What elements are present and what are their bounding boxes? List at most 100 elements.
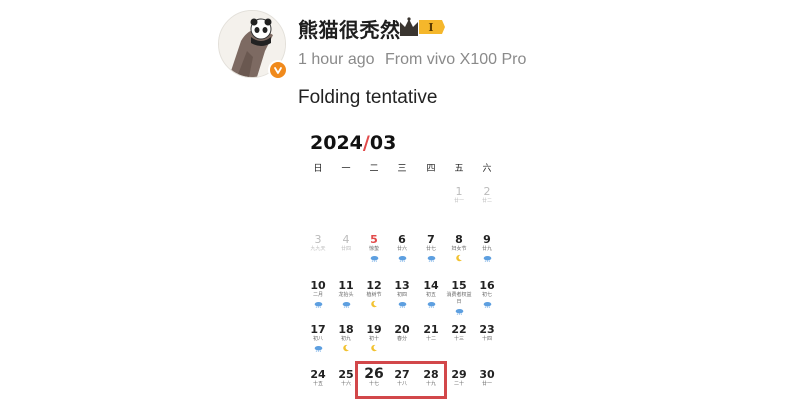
post-meta: 1 hour ago From vivo X100 Pro	[298, 51, 532, 69]
day-number: 12	[366, 279, 382, 292]
calendar-title: 2024/03	[310, 132, 396, 154]
day-number: 6	[398, 233, 406, 246]
day-lunar-label: 廿一	[481, 381, 492, 387]
calendar-day[interactable]: 6 廿六	[388, 233, 416, 262]
day-number: 7	[427, 233, 435, 246]
day-lunar-label: 廿一	[453, 198, 464, 204]
day-lunar-label: 十五	[312, 381, 323, 387]
calendar-day[interactable]: 13 初四	[388, 279, 416, 308]
calendar-day[interactable]: 5 惊蛰	[360, 233, 388, 262]
day-lunar-label: 初五	[425, 292, 436, 298]
day-lunar-label: 初十	[368, 336, 379, 342]
calendar-day[interactable]: 12 植树节	[360, 279, 388, 308]
post-time: 1 hour ago	[298, 51, 375, 68]
calendar-day[interactable]: 23 十四	[473, 323, 501, 343]
day-lunar-label: 廿七	[425, 246, 436, 252]
day-number: 1	[455, 185, 463, 198]
day-lunar-label: 十四	[481, 336, 492, 342]
day-number: 4	[342, 233, 350, 246]
moon-weather-icon	[445, 254, 473, 262]
day-number: 8	[455, 233, 463, 246]
calendar-day[interactable]: 19 初十	[360, 323, 388, 352]
calendar-day[interactable]: 1 廿一	[445, 185, 473, 205]
day-lunar-label: 初九	[340, 336, 351, 342]
calendar-day[interactable]: 2 廿二	[473, 185, 501, 205]
calendar-day[interactable]: 17 初八	[304, 323, 332, 352]
verified-badge-icon	[268, 60, 288, 80]
day-number: 5	[370, 233, 378, 246]
username[interactable]: 熊猫很秃然	[298, 14, 401, 43]
rain-cloud-icon	[304, 300, 332, 308]
level-badge-label: I	[428, 21, 433, 34]
day-lunar-label: 植树节	[366, 292, 382, 298]
calendar-day[interactable]: 8 妇女节	[445, 233, 473, 262]
day-lunar-label: 二月	[312, 292, 323, 298]
rain-cloud-icon	[417, 254, 445, 262]
calendar-day[interactable]: 7 廿七	[417, 233, 445, 262]
calendar-day[interactable]: 22 十三	[445, 323, 473, 343]
day-lunar-label: 廿六	[396, 246, 407, 252]
calendar-day[interactable]: 20 春分	[388, 323, 416, 343]
day-lunar-label: 十三	[453, 336, 464, 342]
rain-cloud-icon	[445, 307, 473, 315]
day-lunar-label: 龙抬头	[338, 292, 354, 298]
calendar-title-separator: /	[362, 132, 370, 154]
weekday-label: 四	[426, 164, 436, 174]
calendar-day[interactable]: 18 初九	[332, 323, 360, 352]
calendar-day[interactable]: 15 消费者权益日	[445, 279, 473, 315]
calendar-day[interactable]: 9 廿九	[473, 233, 501, 262]
moon-weather-icon	[360, 300, 388, 308]
post-text: Folding tentative	[298, 87, 438, 108]
day-lunar-label: 九九天	[310, 246, 326, 252]
level-badge[interactable]: I	[398, 16, 446, 43]
day-number: 15	[451, 279, 467, 292]
calendar-day[interactable]: 11 龙抬头	[332, 279, 360, 308]
day-number: 17	[310, 323, 326, 336]
weekday-header: 日一二三四五六	[300, 161, 510, 175]
day-lunar-label: 惊蛰	[368, 246, 379, 252]
weekday-label: 三	[397, 164, 407, 174]
calendar-day[interactable]: 16 初七	[473, 279, 501, 308]
calendar-month: 03	[369, 132, 397, 154]
rain-cloud-icon	[388, 300, 416, 308]
day-number: 19	[366, 323, 382, 336]
day-lunar-label: 妇女节	[451, 246, 467, 252]
calendar-day[interactable]: 14 初五	[417, 279, 445, 308]
day-number: 9	[483, 233, 491, 246]
calendar-day[interactable]: 10 二月	[304, 279, 332, 308]
post-source[interactable]: From vivo X100 Pro	[385, 51, 526, 68]
user-avatar[interactable]	[218, 10, 288, 80]
day-number: 20	[394, 323, 410, 336]
day-lunar-label: 消费者权益日	[446, 292, 472, 305]
rain-cloud-icon	[304, 344, 332, 352]
calendar-day[interactable]: 4 廿四	[332, 233, 360, 253]
day-lunar-label: 廿九	[481, 246, 492, 252]
weekday-label: 六	[482, 164, 492, 174]
calendar-day[interactable]: 29 二十	[445, 368, 473, 388]
day-lunar-label: 初八	[312, 336, 323, 342]
calendar-day[interactable]: 30 廿一	[473, 368, 501, 388]
day-number: 29	[451, 368, 467, 381]
calendar-day[interactable]: 21 十二	[417, 323, 445, 343]
weekday-label: 二	[369, 164, 379, 174]
highlight-box	[355, 361, 447, 399]
weekday-label: 日	[313, 164, 323, 174]
day-number: 14	[423, 279, 439, 292]
day-number: 30	[479, 368, 495, 381]
crown-icon	[400, 17, 418, 36]
calendar-day[interactable]: 3 九九天	[304, 233, 332, 253]
day-lunar-label: 初四	[396, 292, 407, 298]
rain-cloud-icon	[332, 300, 360, 308]
day-lunar-label: 廿二	[481, 198, 492, 204]
weekday-label: 一	[341, 164, 351, 174]
moon-weather-icon	[332, 344, 360, 352]
day-lunar-label: 廿四	[340, 246, 351, 252]
rain-cloud-icon	[417, 300, 445, 308]
calendar-day[interactable]: 24 十五	[304, 368, 332, 388]
day-number: 3	[314, 233, 322, 246]
day-number: 22	[451, 323, 467, 336]
rain-cloud-icon	[473, 254, 501, 262]
day-number: 18	[338, 323, 354, 336]
rain-cloud-icon	[473, 300, 501, 308]
weekday-label: 五	[454, 164, 464, 174]
